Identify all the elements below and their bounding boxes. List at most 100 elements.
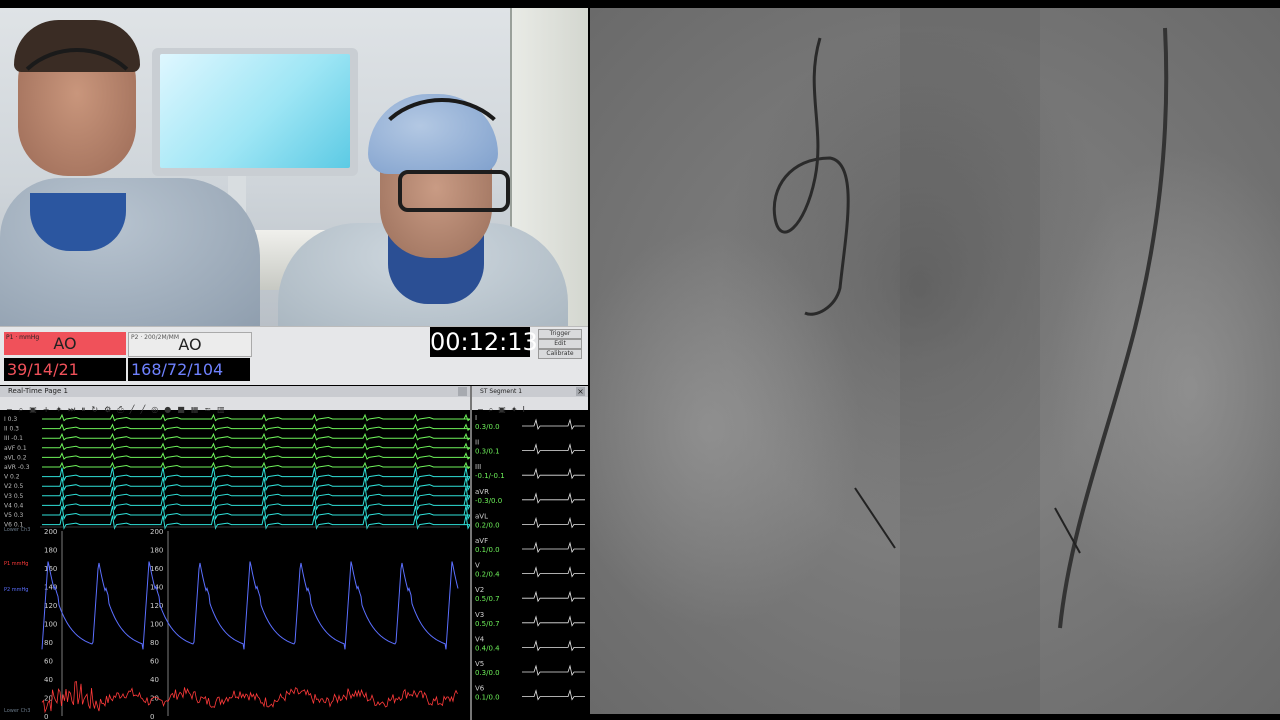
pressure-tick-label: 120 xyxy=(44,602,57,610)
lead-label: aVR -0.3 xyxy=(4,464,30,471)
st-window-title: ST Segment 1 xyxy=(472,386,588,397)
st-canvas: I0.3/0.0II0.3/0.1III-0.1/-0.1aVR-0.3/0.0… xyxy=(475,414,585,702)
p1-channel-caption: P1 · mmHg xyxy=(6,334,40,341)
pressure-tick-label: 0 xyxy=(44,713,48,720)
fluoroscopy-overlay xyxy=(590,8,1280,714)
presenter-2-headset xyxy=(368,98,516,226)
pressure-tick-label: 80 xyxy=(150,639,159,647)
pressure-channel-label: P2 mmHg xyxy=(4,587,28,593)
lead-label: I 0.3 xyxy=(4,416,17,423)
st-lead-name: aVR xyxy=(475,488,489,496)
st-lead-name: I xyxy=(475,414,477,422)
ecg-trace xyxy=(42,505,470,521)
ecg-trace xyxy=(42,442,470,451)
presenter-1-headset xyxy=(6,48,148,176)
realtime-waveform-window: Real-Time Page 1 − ⌕ ▣ + ✦ ⏭ ⏸ ↻ ⚙ ⎙ ╱ ╱ ◎ ● ■ ▦ ≈ ▥ I 0.… xyxy=(0,386,470,720)
ecg-trace xyxy=(42,423,470,432)
close-icon[interactable]: × xyxy=(576,387,585,396)
st-lead-value: 0.1/0.0 xyxy=(475,546,500,554)
calibrate-button[interactable]: Calibrate xyxy=(538,349,582,359)
lead-label: aVL 0.2 xyxy=(4,454,27,461)
pressure-tick-label: 0 xyxy=(150,713,154,720)
lead-label: V2 0.5 xyxy=(4,483,24,490)
pressure-tick-label: 100 xyxy=(150,621,163,629)
pressure-tick-label: 200 xyxy=(150,528,163,536)
pressure-channel-label: Lower Ch3 xyxy=(4,527,30,533)
procedure-timer: 00:12:13 xyxy=(430,327,538,357)
st-lead-value: 0.3/0.0 xyxy=(475,423,500,431)
st-complex-trace xyxy=(522,566,585,578)
lead-label: aVF 0.1 xyxy=(4,445,27,452)
st-lead-value: 0.1/0.0 xyxy=(475,694,500,702)
st-lead-name: aVF xyxy=(475,537,488,545)
lead-label: III -0.1 xyxy=(4,435,23,442)
ecg-trace xyxy=(42,461,470,470)
trigger-button[interactable]: Trigger xyxy=(538,329,582,339)
vitals-panel: AO P1 · mmHg AO P2 · 200/2M/MM 39/14/21 … xyxy=(0,326,588,385)
pressure-tick-label: 40 xyxy=(44,676,53,684)
st-lead-name: III xyxy=(475,463,481,471)
st-complex-trace xyxy=(522,418,585,431)
background-monitor-screen xyxy=(160,54,350,168)
st-lead-value: 0.5/0.7 xyxy=(475,595,500,603)
ecg-trace xyxy=(42,452,470,460)
edit-button[interactable]: Edit xyxy=(538,339,582,349)
st-complex-trace xyxy=(522,639,585,652)
p1-pressure-value: 39/14/21 xyxy=(4,358,126,381)
pressure-tick-label: 180 xyxy=(44,547,57,555)
fluoroscopy-image xyxy=(590,8,1280,714)
pressure-tick-label: 160 xyxy=(150,565,163,573)
lead-label: II 0.3 xyxy=(4,426,19,433)
st-lead-value: 0.3/0.0 xyxy=(475,669,500,677)
st-lead-name: V xyxy=(475,562,480,570)
st-lead-value: 0.4/0.4 xyxy=(475,644,500,652)
camera-feed xyxy=(0,8,588,326)
ecg-trace xyxy=(42,432,470,441)
st-complex-trace xyxy=(522,492,585,504)
st-complex-trace xyxy=(522,664,585,677)
window-title: Real-Time Page 1 xyxy=(0,386,470,397)
st-lead-value: -0.1/-0.1 xyxy=(475,472,505,480)
st-complex-trace xyxy=(522,615,585,627)
st-complex-trace xyxy=(522,443,585,455)
st-lead-name: II xyxy=(475,439,479,447)
st-complex-trace xyxy=(522,467,585,480)
pressure-tick-label: 60 xyxy=(44,658,53,666)
st-lead-value: 0.3/0.1 xyxy=(475,448,500,456)
ecg-trace xyxy=(42,486,470,501)
lead-label: V4 0.4 xyxy=(4,502,24,509)
pressure-tick-label: 180 xyxy=(150,547,163,555)
st-segment-window: ST Segment 1 × − ⌕ ▣ ✦ I I 0.3/0.0 II 0.3/0.1 II… xyxy=(470,386,588,720)
ecg-trace xyxy=(42,515,470,530)
waveform-canvas: I 0.3 II 0.3 III -0.1 aVF 0.1 aVL 0.2 aVR -0.… xyxy=(4,413,470,720)
lead-label: V 0.2 xyxy=(4,474,20,481)
waveform-toolbar: − ⌕ ▣ + ✦ ⏭ ⏸ ↻ ⚙ ⎙ ╱ ╱ ◎ ● ■ ▦ ≈ ▥ xyxy=(0,397,470,414)
ecg-trace xyxy=(42,477,470,492)
p2-pressure-trace xyxy=(41,561,459,650)
p1-pressure-trace xyxy=(41,681,458,714)
pressure-tick-label: 100 xyxy=(44,621,57,629)
pressure-tick-label: 40 xyxy=(150,676,159,684)
st-complex-trace xyxy=(522,541,585,554)
st-lead-name: aVL xyxy=(475,512,488,520)
window-maximize-icon[interactable] xyxy=(458,387,467,396)
st-lead-value: 0.2/0.4 xyxy=(475,571,500,579)
st-lead-value: -0.3/0.0 xyxy=(475,497,502,505)
st-lead-name: V2 xyxy=(475,586,484,594)
st-lead-name: V5 xyxy=(475,660,484,668)
lead-label: V5 0.3 xyxy=(4,512,24,519)
pressure-channel-label: Lower Ch3 xyxy=(4,708,30,714)
lead-label: V3 0.5 xyxy=(4,493,24,500)
ecg-trace xyxy=(42,496,470,511)
st-complex-trace xyxy=(522,590,585,603)
p2-pressure-value: 168/72/104 xyxy=(128,358,250,381)
st-lead-value: 0.5/0.7 xyxy=(475,620,500,628)
p2-channel-caption: P2 · 200/2M/MM xyxy=(131,334,179,341)
ecg-trace xyxy=(42,467,470,482)
pressure-tick-label: 80 xyxy=(44,639,53,647)
st-lead-name: V3 xyxy=(475,611,484,619)
st-lead-name: V6 xyxy=(475,685,485,693)
st-complex-trace xyxy=(522,516,585,529)
pressure-tick-label: 200 xyxy=(44,528,57,536)
st-complex-trace xyxy=(522,689,585,701)
